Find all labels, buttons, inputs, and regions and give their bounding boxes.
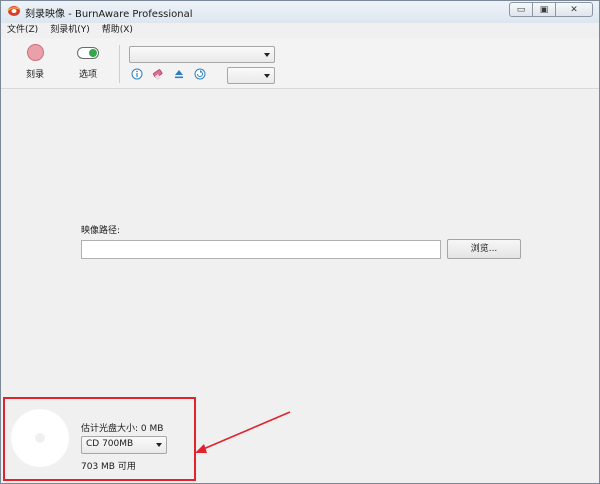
title-bar[interactable]: 刻录映像 - BurnAware Professional ▭ ▣ ✕: [1, 1, 599, 23]
burn-button[interactable]: 刻录: [15, 44, 55, 86]
window-title: 刻录映像 - BurnAware Professional: [25, 9, 193, 20]
maximize-button[interactable]: ▣: [532, 2, 556, 17]
options-label: 选项: [78, 70, 97, 80]
refresh-icon[interactable]: [194, 68, 206, 80]
options-button[interactable]: 选项: [68, 44, 108, 86]
window-controls: ▭ ▣ ✕: [509, 2, 593, 17]
image-path-input[interactable]: [81, 240, 441, 259]
app-window: 刻录映像 - BurnAware Professional ▭ ▣ ✕ 文件(Z…: [0, 0, 600, 484]
toggle-icon: [77, 47, 99, 59]
burnaware-logo-icon: [7, 6, 21, 16]
toolbar: 刻录 选项: [1, 38, 599, 89]
disc-type-select[interactable]: CD 700MB: [81, 436, 167, 454]
menu-help[interactable]: 帮助(X): [96, 23, 139, 37]
browse-button[interactable]: 浏览...: [447, 239, 521, 259]
minimize-button[interactable]: ▭: [509, 2, 533, 17]
chevron-down-icon: [264, 53, 270, 57]
menu-file[interactable]: 文件(Z): [1, 23, 44, 37]
menu-bar: 文件(Z) 刻录机(Y) 帮助(X): [1, 23, 599, 37]
drive-select[interactable]: [129, 46, 275, 63]
info-icon[interactable]: [131, 68, 143, 80]
burn-icon: [26, 44, 44, 61]
eject-icon[interactable]: [173, 68, 185, 80]
erase-icon[interactable]: [152, 68, 164, 80]
chevron-down-icon: [156, 443, 162, 447]
disc-type-value: CD 700MB: [86, 439, 134, 449]
disc-icon: [11, 409, 69, 467]
speed-select[interactable]: [227, 67, 275, 84]
estimated-size-label: 估计光盘大小: 0 MB: [81, 424, 164, 434]
close-button[interactable]: ✕: [555, 2, 593, 17]
image-path-label: 映像路径:: [81, 226, 121, 236]
chevron-down-icon: [264, 74, 270, 78]
burn-label: 刻录: [25, 70, 44, 80]
menu-recorder[interactable]: 刻录机(Y): [44, 23, 96, 37]
annotation-arrow: [195, 411, 291, 453]
toolbar-separator: [119, 45, 120, 83]
available-space-label: 703 MB 可用: [81, 462, 136, 472]
